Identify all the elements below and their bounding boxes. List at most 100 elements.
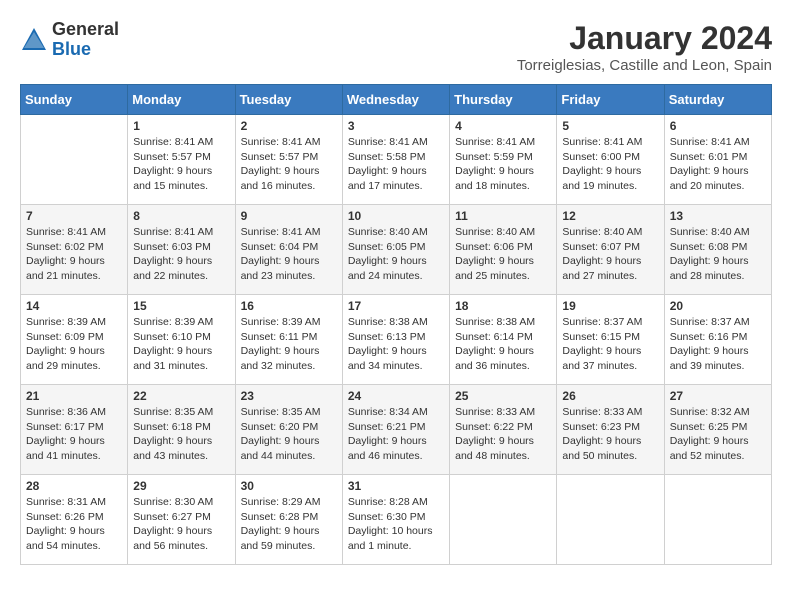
day-number: 6	[670, 119, 766, 133]
day-number: 21	[26, 389, 122, 403]
day-number: 23	[241, 389, 337, 403]
cell-content: Sunrise: 8:36 AM Sunset: 6:17 PM Dayligh…	[26, 405, 122, 464]
day-number: 5	[562, 119, 658, 133]
calendar-cell	[557, 475, 664, 565]
day-number: 16	[241, 299, 337, 313]
day-number: 8	[133, 209, 229, 223]
calendar-cell: 24 Sunrise: 8:34 AM Sunset: 6:21 PM Dayli…	[342, 385, 449, 475]
day-number: 1	[133, 119, 229, 133]
calendar-cell: 9Sunrise: 8:41 AM Sunset: 6:04 PM Daylig…	[235, 205, 342, 295]
calendar-cell: 6 Sunrise: 8:41 AM Sunset: 6:01 PM Daylig…	[664, 115, 771, 205]
calendar-cell: 5 Sunrise: 8:41 AM Sunset: 6:00 PM Daylig…	[557, 115, 664, 205]
cell-content: Sunrise: 8:41 AM Sunset: 6:00 PM Dayligh…	[562, 135, 658, 194]
cell-content: Sunrise: 8:41 AM Sunset: 6:02 PM Dayligh…	[26, 225, 122, 284]
calendar-cell	[664, 475, 771, 565]
day-number: 28	[26, 479, 122, 493]
page-title: January 2024	[517, 20, 772, 57]
title-block: January 2024 Torreiglesias, Castille and…	[517, 20, 772, 74]
day-number: 19	[562, 299, 658, 313]
calendar-cell: 3Sunrise: 8:41 AM Sunset: 5:58 PM Daylig…	[342, 115, 449, 205]
calendar-cell: 12 Sunrise: 8:40 AM Sunset: 6:07 PM Dayli…	[557, 205, 664, 295]
column-header-friday: Friday	[557, 85, 664, 115]
calendar-cell: 26Sunrise: 8:33 AM Sunset: 6:23 PM Dayli…	[557, 385, 664, 475]
column-header-wednesday: Wednesday	[342, 85, 449, 115]
day-number: 22	[133, 389, 229, 403]
cell-content: Sunrise: 8:34 AM Sunset: 6:21 PM Dayligh…	[348, 405, 444, 464]
cell-content: Sunrise: 8:40 AM Sunset: 6:07 PM Dayligh…	[562, 225, 658, 284]
calendar-table: SundayMondayTuesdayWednesdayThursdayFrid…	[20, 84, 772, 565]
calendar-cell: 21 Sunrise: 8:36 AM Sunset: 6:17 PM Dayli…	[21, 385, 128, 475]
cell-content: Sunrise: 8:33 AM Sunset: 6:22 PM Dayligh…	[455, 405, 551, 464]
calendar-cell: 29 Sunrise: 8:30 AM Sunset: 6:27 PM Dayli…	[128, 475, 235, 565]
week-row-3: 14 Sunrise: 8:39 AM Sunset: 6:09 PM Dayli…	[21, 295, 772, 385]
calendar-cell: 31Sunrise: 8:28 AM Sunset: 6:30 PM Dayli…	[342, 475, 449, 565]
day-number: 29	[133, 479, 229, 493]
day-number: 4	[455, 119, 551, 133]
cell-content: Sunrise: 8:39 AM Sunset: 6:09 PM Dayligh…	[26, 315, 122, 374]
cell-content: Sunrise: 8:39 AM Sunset: 6:10 PM Dayligh…	[133, 315, 229, 374]
day-number: 25	[455, 389, 551, 403]
calendar-cell: 25 Sunrise: 8:33 AM Sunset: 6:22 PM Dayli…	[450, 385, 557, 475]
calendar-cell	[21, 115, 128, 205]
calendar-cell: 19Sunrise: 8:37 AM Sunset: 6:15 PM Dayli…	[557, 295, 664, 385]
day-number: 13	[670, 209, 766, 223]
calendar-cell: 22 Sunrise: 8:35 AM Sunset: 6:18 PM Dayli…	[128, 385, 235, 475]
calendar-cell: 4 Sunrise: 8:41 AM Sunset: 5:59 PM Daylig…	[450, 115, 557, 205]
calendar-cell: 20Sunrise: 8:37 AM Sunset: 6:16 PM Dayli…	[664, 295, 771, 385]
day-number: 30	[241, 479, 337, 493]
cell-content: Sunrise: 8:38 AM Sunset: 6:13 PM Dayligh…	[348, 315, 444, 374]
cell-content: Sunrise: 8:30 AM Sunset: 6:27 PM Dayligh…	[133, 495, 229, 554]
calendar-cell: 15 Sunrise: 8:39 AM Sunset: 6:10 PM Dayli…	[128, 295, 235, 385]
calendar-cell: 28 Sunrise: 8:31 AM Sunset: 6:26 PM Dayli…	[21, 475, 128, 565]
day-number: 17	[348, 299, 444, 313]
logo-icon	[20, 26, 48, 54]
cell-content: Sunrise: 8:41 AM Sunset: 5:59 PM Dayligh…	[455, 135, 551, 194]
calendar-cell: 13 Sunrise: 8:40 AM Sunset: 6:08 PM Dayli…	[664, 205, 771, 295]
day-number: 3	[348, 119, 444, 133]
week-row-4: 21 Sunrise: 8:36 AM Sunset: 6:17 PM Dayli…	[21, 385, 772, 475]
cell-content: Sunrise: 8:33 AM Sunset: 6:23 PM Dayligh…	[562, 405, 658, 464]
calendar-cell: 27Sunrise: 8:32 AM Sunset: 6:25 PM Dayli…	[664, 385, 771, 475]
logo-general: General	[52, 19, 119, 39]
subtitle: Torreiglesias, Castille and Leon, Spain	[517, 57, 772, 74]
day-number: 20	[670, 299, 766, 313]
cell-content: Sunrise: 8:41 AM Sunset: 5:57 PM Dayligh…	[133, 135, 229, 194]
day-number: 24	[348, 389, 444, 403]
column-header-sunday: Sunday	[21, 85, 128, 115]
logo-blue: Blue	[52, 39, 91, 59]
day-number: 10	[348, 209, 444, 223]
calendar-cell: 1 Sunrise: 8:41 AM Sunset: 5:57 PM Daylig…	[128, 115, 235, 205]
cell-content: Sunrise: 8:40 AM Sunset: 6:05 PM Dayligh…	[348, 225, 444, 284]
calendar-cell: 10 Sunrise: 8:40 AM Sunset: 6:05 PM Dayli…	[342, 205, 449, 295]
calendar-cell: 7Sunrise: 8:41 AM Sunset: 6:02 PM Daylig…	[21, 205, 128, 295]
day-number: 12	[562, 209, 658, 223]
cell-content: Sunrise: 8:38 AM Sunset: 6:14 PM Dayligh…	[455, 315, 551, 374]
week-row-1: 1 Sunrise: 8:41 AM Sunset: 5:57 PM Daylig…	[21, 115, 772, 205]
cell-content: Sunrise: 8:35 AM Sunset: 6:18 PM Dayligh…	[133, 405, 229, 464]
calendar-cell: 16 Sunrise: 8:39 AM Sunset: 6:11 PM Dayli…	[235, 295, 342, 385]
column-header-monday: Monday	[128, 85, 235, 115]
calendar-cell: 11 Sunrise: 8:40 AM Sunset: 6:06 PM Dayli…	[450, 205, 557, 295]
day-number: 11	[455, 209, 551, 223]
header-row: SundayMondayTuesdayWednesdayThursdayFrid…	[21, 85, 772, 115]
calendar-cell: 23Sunrise: 8:35 AM Sunset: 6:20 PM Dayli…	[235, 385, 342, 475]
cell-content: Sunrise: 8:39 AM Sunset: 6:11 PM Dayligh…	[241, 315, 337, 374]
logo: General Blue	[20, 20, 119, 60]
logo-text: General Blue	[52, 20, 119, 60]
day-number: 18	[455, 299, 551, 313]
calendar-cell: 2Sunrise: 8:41 AM Sunset: 5:57 PM Daylig…	[235, 115, 342, 205]
cell-content: Sunrise: 8:41 AM Sunset: 6:01 PM Dayligh…	[670, 135, 766, 194]
week-row-5: 28 Sunrise: 8:31 AM Sunset: 6:26 PM Dayli…	[21, 475, 772, 565]
calendar-cell	[450, 475, 557, 565]
cell-content: Sunrise: 8:32 AM Sunset: 6:25 PM Dayligh…	[670, 405, 766, 464]
cell-content: Sunrise: 8:40 AM Sunset: 6:06 PM Dayligh…	[455, 225, 551, 284]
day-number: 14	[26, 299, 122, 313]
calendar-cell: 8Sunrise: 8:41 AM Sunset: 6:03 PM Daylig…	[128, 205, 235, 295]
day-number: 15	[133, 299, 229, 313]
calendar-cell: 18 Sunrise: 8:38 AM Sunset: 6:14 PM Dayli…	[450, 295, 557, 385]
cell-content: Sunrise: 8:29 AM Sunset: 6:28 PM Dayligh…	[241, 495, 337, 554]
cell-content: Sunrise: 8:31 AM Sunset: 6:26 PM Dayligh…	[26, 495, 122, 554]
column-header-tuesday: Tuesday	[235, 85, 342, 115]
column-header-saturday: Saturday	[664, 85, 771, 115]
cell-content: Sunrise: 8:40 AM Sunset: 6:08 PM Dayligh…	[670, 225, 766, 284]
